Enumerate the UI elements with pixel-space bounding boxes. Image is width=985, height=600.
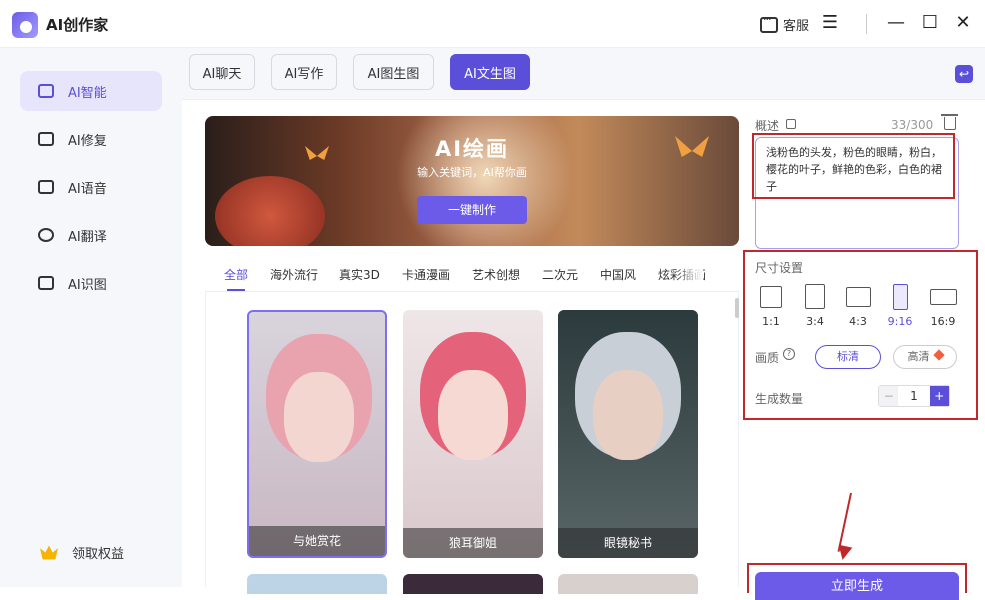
tab-ai-writing[interactable]: AI写作 — [271, 54, 337, 90]
category-anime[interactable]: 二次元 — [542, 266, 578, 283]
sidebar-item-ai-voice[interactable]: AI语音 — [20, 167, 162, 207]
tab-ai-image-to-image[interactable]: AI图生图 — [353, 54, 434, 90]
sidebar-item-ai-smart[interactable]: AI智能 — [20, 71, 162, 111]
image-recognition-icon — [38, 276, 54, 290]
banner-title: AI绘画 — [434, 137, 510, 161]
category-art[interactable]: 艺术创想 — [472, 266, 520, 283]
category-overseas[interactable]: 海外流行 — [270, 266, 318, 283]
maximize-button[interactable]: ☐ — [918, 10, 942, 36]
trash-icon[interactable] — [941, 114, 958, 130]
annotation-box-description — [752, 133, 955, 199]
menu-button[interactable]: ☰ — [818, 10, 842, 36]
gallery-card[interactable]: 狼耳御姐 — [403, 310, 543, 558]
sidebar-item-label: AI识图 — [68, 277, 107, 293]
app-logo-icon — [12, 12, 38, 38]
category-real-3d[interactable]: 真实3D — [339, 266, 380, 283]
gallery-card-caption: 与她赏花 — [249, 526, 385, 556]
one-click-create-button[interactable]: 一键制作 — [417, 196, 527, 224]
gallery-card[interactable] — [558, 574, 698, 594]
tab-ai-chat[interactable]: AI聊天 — [189, 54, 255, 90]
repair-icon — [38, 132, 54, 146]
gallery-card[interactable]: 眼镜秘书 — [558, 310, 698, 558]
sidebar-item-label: AI语音 — [68, 181, 107, 197]
sidebar: AI智能 AI修复 AI语音 AI翻译 AI识图 — [0, 48, 182, 587]
tab-ai-text-to-image[interactable]: AI文生图 — [450, 54, 530, 90]
category-chinese[interactable]: 中国风 — [600, 266, 636, 283]
gallery-card-caption: 狼耳御姐 — [403, 528, 543, 558]
sidebar-item-ai-translate[interactable]: AI翻译 — [20, 215, 162, 255]
character-counter: 33/300 — [891, 118, 934, 132]
annotation-arrow-head — [835, 544, 853, 562]
banner-subtitle: 输入关键词，AI帮你画 — [417, 166, 527, 179]
description-label: 概述 — [755, 119, 780, 133]
sidebar-item-label: AI智能 — [68, 85, 107, 101]
annotation-arrow — [837, 492, 852, 552]
category-all[interactable]: 全部 — [224, 266, 248, 283]
title-bar: AI创作家 客服 ☰ — ☐ ✕ — [0, 0, 985, 48]
sidebar-item-ai-recognize[interactable]: AI识图 — [20, 263, 162, 303]
chat-bubble-icon — [760, 13, 778, 33]
reward-label: 领取权益 — [72, 547, 125, 562]
minimize-button[interactable]: — — [884, 10, 908, 36]
gallery-card[interactable] — [403, 574, 543, 594]
sidebar-item-ai-repair[interactable]: AI修复 — [20, 119, 162, 159]
tab-bar: AI聊天 AI写作 AI图生图 AI文生图 ↩ — [182, 48, 985, 100]
tree-illustration — [215, 176, 325, 246]
customer-service-label: 客服 — [783, 19, 810, 34]
close-button[interactable]: ✕ — [951, 10, 975, 36]
undo-icon[interactable]: ↩ — [955, 65, 973, 83]
annotation-box-generate — [747, 563, 967, 593]
hero-banner: AI绘画 输入关键词，AI帮你画 一键制作 — [205, 116, 739, 246]
gallery-card[interactable] — [247, 574, 387, 594]
copy-icon[interactable] — [786, 119, 796, 129]
smart-icon — [38, 84, 54, 98]
sidebar-item-label: AI翻译 — [68, 229, 107, 245]
voice-icon — [38, 180, 54, 194]
titlebar-divider — [866, 14, 867, 34]
category-tabs: 全部 海外流行 真实3D 卡通漫画 艺术创想 二次元 中国风 炫彩插画 — [205, 258, 739, 292]
gallery-card-caption: 眼镜秘书 — [558, 528, 698, 558]
translate-icon — [38, 228, 54, 242]
gallery-scrollbar[interactable] — [735, 298, 739, 318]
gallery-card[interactable]: 与她赏花 — [247, 310, 387, 558]
main-area: AI聊天 AI写作 AI图生图 AI文生图 ↩ AI绘画 输入关键词，AI帮你画… — [182, 48, 985, 600]
category-cartoon[interactable]: 卡通漫画 — [402, 266, 450, 283]
app-title: AI创作家 — [46, 16, 109, 34]
annotation-box-settings — [743, 250, 978, 420]
crown-icon — [40, 545, 58, 560]
active-category-indicator — [227, 289, 245, 291]
style-gallery: 与她赏花 狼耳御姐 眼镜秘书 — [205, 292, 739, 594]
customer-service-button[interactable]: 客服 — [760, 13, 810, 34]
sidebar-item-label: AI修复 — [68, 133, 107, 149]
reward-link[interactable]: 领取权益 — [40, 543, 124, 562]
